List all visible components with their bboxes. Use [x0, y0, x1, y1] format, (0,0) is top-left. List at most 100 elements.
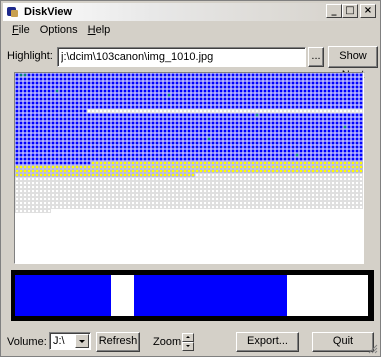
- cluster-cell[interactable]: [87, 153, 91, 157]
- cluster-cell[interactable]: [231, 193, 235, 197]
- cluster-cell[interactable]: [175, 85, 179, 89]
- cluster-cell[interactable]: [283, 109, 287, 113]
- cluster-cell[interactable]: [199, 149, 203, 153]
- cluster-cell[interactable]: [219, 161, 223, 165]
- cluster-cell[interactable]: [279, 141, 283, 145]
- cluster-cell[interactable]: [63, 169, 67, 173]
- cluster-cell[interactable]: [227, 113, 231, 117]
- cluster-cell[interactable]: [79, 181, 83, 185]
- cluster-cell[interactable]: [51, 121, 55, 125]
- cluster-cell[interactable]: [215, 185, 219, 189]
- cluster-cell[interactable]: [287, 89, 291, 93]
- cluster-cell[interactable]: [55, 113, 59, 117]
- cluster-cell[interactable]: [199, 137, 203, 141]
- cluster-cell[interactable]: [159, 133, 163, 137]
- cluster-cell[interactable]: [175, 141, 179, 145]
- cluster-cell[interactable]: [143, 161, 147, 165]
- cluster-cell[interactable]: [167, 153, 171, 157]
- cluster-cell[interactable]: [291, 189, 295, 193]
- cluster-cell[interactable]: [23, 77, 27, 81]
- cluster-cell[interactable]: [323, 197, 327, 201]
- cluster-cell[interactable]: [235, 185, 239, 189]
- cluster-cell[interactable]: [359, 177, 363, 181]
- cluster-cell[interactable]: [115, 153, 119, 157]
- cluster-cell[interactable]: [147, 153, 151, 157]
- cluster-cell[interactable]: [343, 177, 347, 181]
- cluster-cell[interactable]: [339, 121, 343, 125]
- cluster-cell[interactable]: [299, 85, 303, 89]
- cluster-cell[interactable]: [343, 185, 347, 189]
- cluster-cell[interactable]: [187, 105, 191, 109]
- cluster-cell[interactable]: [195, 137, 199, 141]
- cluster-cell[interactable]: [67, 77, 71, 81]
- cluster-cell[interactable]: [359, 189, 363, 193]
- cluster-cell[interactable]: [275, 189, 279, 193]
- cluster-cell[interactable]: [243, 153, 247, 157]
- cluster-cell[interactable]: [235, 133, 239, 137]
- cluster-cell[interactable]: [219, 145, 223, 149]
- cluster-cell[interactable]: [127, 81, 131, 85]
- cluster-cell[interactable]: [99, 73, 103, 77]
- cluster-cell[interactable]: [35, 97, 39, 101]
- cluster-cell[interactable]: [155, 177, 159, 181]
- cluster-cell[interactable]: [207, 105, 211, 109]
- cluster-cell[interactable]: [235, 109, 239, 113]
- cluster-cell[interactable]: [331, 189, 335, 193]
- cluster-cell[interactable]: [143, 109, 147, 113]
- cluster-cell[interactable]: [199, 105, 203, 109]
- cluster-cell[interactable]: [23, 81, 27, 85]
- cluster-cell[interactable]: [39, 165, 43, 169]
- cluster-cell[interactable]: [27, 169, 31, 173]
- cluster-cell[interactable]: [71, 205, 75, 209]
- cluster-cell[interactable]: [355, 85, 359, 89]
- cluster-cell[interactable]: [187, 73, 191, 77]
- cluster-cell[interactable]: [323, 113, 327, 117]
- cluster-cell[interactable]: [95, 165, 99, 169]
- cluster-cell[interactable]: [279, 105, 283, 109]
- cluster-cell[interactable]: [315, 85, 319, 89]
- cluster-cell[interactable]: [355, 89, 359, 93]
- cluster-cell[interactable]: [15, 169, 19, 173]
- cluster-cell[interactable]: [347, 161, 351, 165]
- cluster-cell[interactable]: [235, 141, 239, 145]
- cluster-cell[interactable]: [115, 109, 119, 113]
- cluster-cell[interactable]: [223, 113, 227, 117]
- cluster-cell[interactable]: [151, 201, 155, 205]
- cluster-cell[interactable]: [99, 165, 103, 169]
- cluster-cell[interactable]: [227, 85, 231, 89]
- cluster-cell[interactable]: [263, 185, 267, 189]
- cluster-cell[interactable]: [251, 177, 255, 181]
- cluster-cell[interactable]: [267, 201, 271, 205]
- cluster-cell[interactable]: [187, 157, 191, 161]
- cluster-cell[interactable]: [243, 201, 247, 205]
- cluster-cell[interactable]: [319, 205, 323, 209]
- cluster-cell[interactable]: [303, 149, 307, 153]
- cluster-cell[interactable]: [287, 121, 291, 125]
- cluster-cell[interactable]: [55, 157, 59, 161]
- cluster-cell[interactable]: [195, 205, 199, 209]
- cluster-cell[interactable]: [207, 89, 211, 93]
- cluster-cell[interactable]: [127, 201, 131, 205]
- cluster-cell[interactable]: [119, 145, 123, 149]
- cluster-cell[interactable]: [67, 177, 71, 181]
- cluster-cell[interactable]: [63, 157, 67, 161]
- cluster-cell[interactable]: [319, 169, 323, 173]
- cluster-cell[interactable]: [259, 89, 263, 93]
- cluster-cell[interactable]: [215, 133, 219, 137]
- cluster-cell[interactable]: [355, 201, 359, 205]
- cluster-cell[interactable]: [355, 137, 359, 141]
- cluster-cell[interactable]: [203, 169, 207, 173]
- cluster-cell[interactable]: [315, 113, 319, 117]
- cluster-cell[interactable]: [355, 169, 359, 173]
- cluster-cell[interactable]: [343, 161, 347, 165]
- cluster-cell[interactable]: [211, 101, 215, 105]
- cluster-cell[interactable]: [159, 149, 163, 153]
- cluster-cell[interactable]: [195, 97, 199, 101]
- cluster-cell[interactable]: [331, 201, 335, 205]
- cluster-cell[interactable]: [127, 113, 131, 117]
- cluster-cell[interactable]: [195, 101, 199, 105]
- cluster-cell[interactable]: [255, 173, 259, 177]
- cluster-cell[interactable]: [207, 113, 211, 117]
- cluster-cell[interactable]: [191, 109, 195, 113]
- cluster-cell[interactable]: [239, 125, 243, 129]
